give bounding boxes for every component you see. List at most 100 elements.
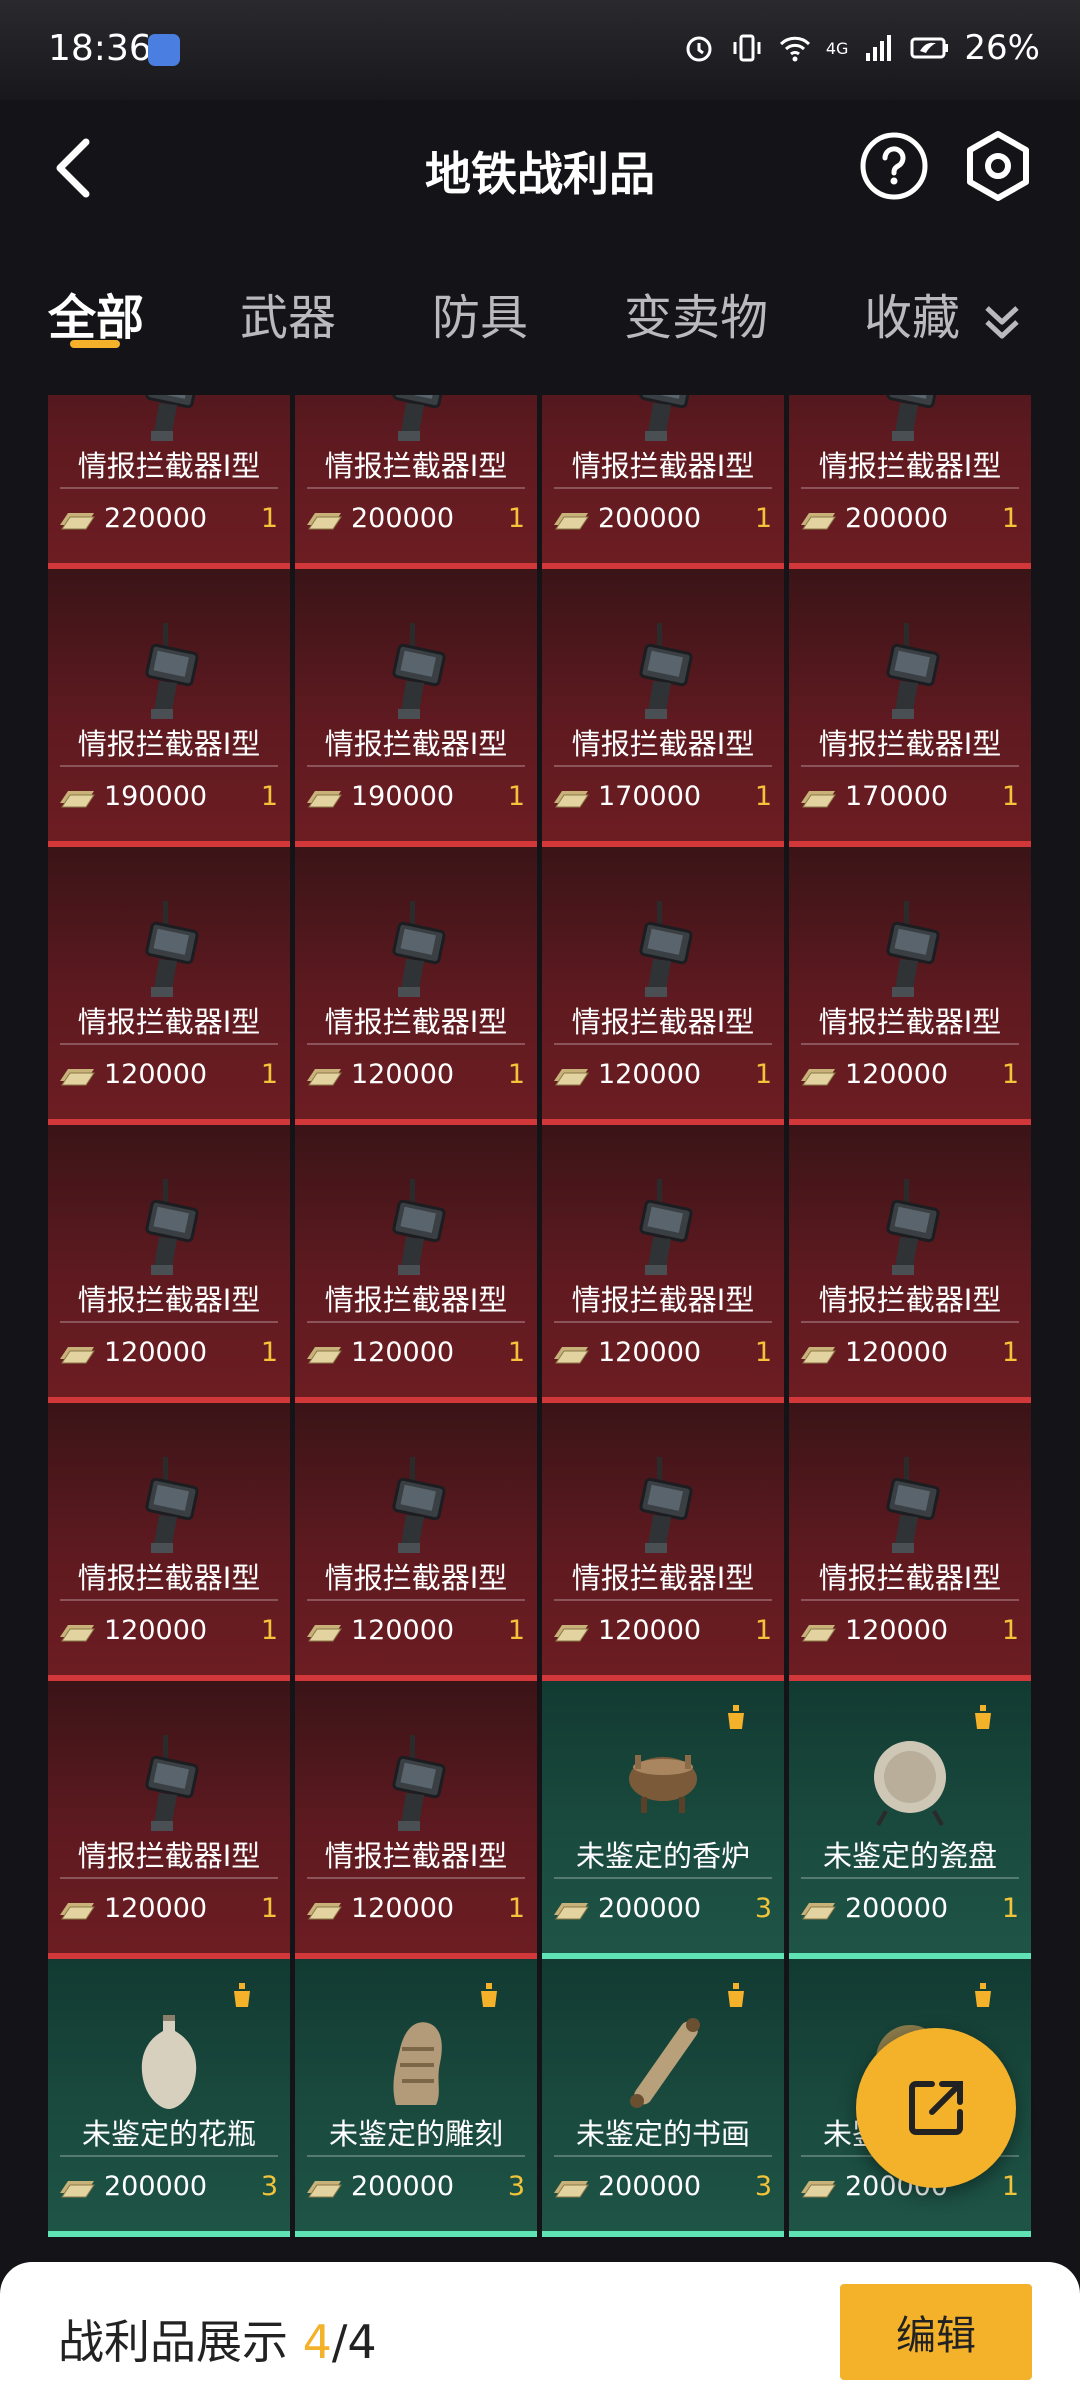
item-divider [307,1321,525,1323]
item-quantity: 1 [1001,503,1019,534]
porcelain-plate-icon [860,1731,960,1841]
share-button[interactable] [856,2028,1016,2188]
loot-item-card[interactable]: 未鉴定的书画 200000 3 [542,1959,784,2237]
item-price: 120000 [104,1615,208,1646]
item-price-row: 200000 1 [552,501,772,541]
item-price-row: 120000 1 [799,1335,1019,1375]
loot-item-card[interactable]: 情报拦截器I型 220000 1 [48,395,290,569]
loot-item-card[interactable]: 情报拦截器I型 120000 1 [295,1125,537,1403]
item-divider [801,1321,1019,1323]
item-quantity: 1 [507,1615,525,1646]
loot-item-card[interactable]: 情报拦截器I型 120000 1 [295,1681,537,1959]
currency-icon [305,1619,343,1645]
tab-weapons[interactable]: 武器 [240,278,336,348]
item-name: 情报拦截器I型 [324,1005,508,1039]
item-price: 200000 [104,2171,208,2202]
item-name: 情报拦截器I型 [77,1561,261,1595]
loot-item-card[interactable]: 情报拦截器I型 120000 1 [295,1403,537,1681]
item-price: 120000 [845,1615,949,1646]
item-quantity: 1 [754,503,772,534]
loot-item-card[interactable]: 情报拦截器I型 120000 1 [295,847,537,1125]
item-divider [801,487,1019,489]
tab-armor[interactable]: 防具 [432,278,528,348]
rarity-gem-icon [477,1981,501,2009]
currency-icon [799,507,837,533]
status-icons: 4G 26% [682,28,1040,68]
loot-item-card[interactable]: 未鉴定的雕刻 200000 3 [295,1959,537,2237]
help-icon[interactable] [858,130,930,202]
interceptor-device-icon [119,1731,219,1841]
item-quantity: 1 [260,781,278,812]
loot-item-card[interactable]: 情报拦截器I型 190000 1 [295,569,537,847]
item-name: 情报拦截器I型 [324,727,508,761]
item-divider [60,1043,278,1045]
loot-item-card[interactable]: 未鉴定的瓷盘 200000 1 [789,1681,1031,1959]
item-quantity: 1 [1001,1337,1019,1368]
item-price-row: 120000 1 [799,1057,1019,1097]
loot-item-card[interactable]: 情报拦截器I型 120000 1 [48,847,290,1125]
interceptor-device-icon [119,1453,219,1563]
currency-icon [305,507,343,533]
loot-item-card[interactable]: 情报拦截器I型 120000 1 [542,1403,784,1681]
loot-item-card[interactable]: 未鉴定的花瓶 200000 3 [48,1959,290,2237]
item-divider [307,1877,525,1879]
loot-item-card[interactable]: 情报拦截器I型 120000 1 [48,1125,290,1403]
item-price-row: 120000 1 [552,1613,772,1653]
status-bar: 18:36 4G 26% [0,0,1080,100]
loot-item-card[interactable]: 情报拦截器I型 120000 1 [789,1403,1031,1681]
item-name: 情报拦截器I型 [571,1005,755,1039]
tab-all[interactable]: 全部 [48,278,144,348]
item-quantity: 1 [507,781,525,812]
item-price-row: 170000 1 [799,779,1019,819]
currency-icon [305,2175,343,2201]
item-divider [307,487,525,489]
loot-item-card[interactable]: 情报拦截器I型 120000 1 [542,847,784,1125]
item-quantity: 1 [754,1337,772,1368]
signal-icon [866,35,892,61]
loot-item-card[interactable]: 情报拦截器I型 120000 1 [789,1125,1031,1403]
tab-sellables[interactable]: 变卖物 [624,278,768,348]
item-name: 情报拦截器I型 [818,1561,1002,1595]
rarity-gem-icon [971,1703,995,1731]
currency-icon [58,1341,96,1367]
item-price-row: 200000 3 [58,2169,278,2209]
interceptor-device-icon [613,1175,713,1285]
double-chevron-down-icon [985,306,1019,339]
loot-item-card[interactable]: 情报拦截器I型 170000 1 [789,569,1031,847]
item-price: 200000 [351,2171,455,2202]
edit-button[interactable]: 编辑 [840,2284,1032,2380]
loot-item-card[interactable]: 情报拦截器I型 190000 1 [48,569,290,847]
currency-icon [58,1619,96,1645]
carving-icon [366,2009,466,2119]
showcase-current: 4 [302,2315,332,2369]
item-name: 未鉴定的雕刻 [328,2117,503,2151]
tab-favorites[interactable]: 收藏 [864,278,1025,348]
loot-item-card[interactable]: 未鉴定的香炉 200000 3 [542,1681,784,1959]
currency-icon [552,785,590,811]
loot-item-card[interactable]: 情报拦截器I型 200000 1 [542,395,784,569]
incense-burner-icon [613,1731,713,1841]
item-name: 情报拦截器I型 [818,727,1002,761]
item-price-row: 120000 1 [305,1335,525,1375]
item-name: 情报拦截器I型 [818,1283,1002,1317]
item-quantity: 3 [260,2171,278,2202]
loot-item-card[interactable]: 情报拦截器I型 200000 1 [295,395,537,569]
item-price: 200000 [845,503,949,534]
item-divider [307,765,525,767]
settings-hexagon-icon[interactable] [960,128,1036,204]
scroll-painting-icon [613,2009,713,2119]
item-price: 200000 [845,1893,949,1924]
loot-item-card[interactable]: 情报拦截器I型 170000 1 [542,569,784,847]
loot-item-card[interactable]: 情报拦截器I型 120000 1 [789,847,1031,1125]
loot-item-card[interactable]: 情报拦截器I型 200000 1 [789,395,1031,569]
loot-item-card[interactable]: 情报拦截器I型 120000 1 [48,1403,290,1681]
loot-item-card[interactable]: 情报拦截器I型 120000 1 [48,1681,290,1959]
item-price: 120000 [845,1337,949,1368]
loot-item-card[interactable]: 情报拦截器I型 120000 1 [542,1125,784,1403]
item-quantity: 1 [260,1059,278,1090]
item-price: 120000 [351,1615,455,1646]
active-tab-indicator [70,340,120,348]
item-divider [801,765,1019,767]
item-divider [554,487,772,489]
item-quantity: 1 [754,781,772,812]
